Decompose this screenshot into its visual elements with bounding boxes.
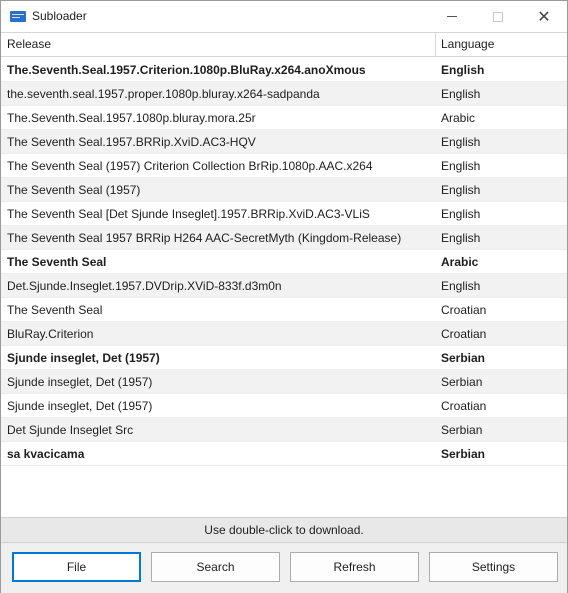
language-cell: Arabic <box>441 111 476 125</box>
release-cell: BluRay.Criterion <box>7 327 94 341</box>
language-cell: Croatian <box>441 399 487 413</box>
language-cell: Serbian <box>441 351 486 365</box>
language-cell: English <box>441 207 481 221</box>
table-row[interactable]: the.seventh.seal.1957.proper.1080p.blura… <box>1 82 567 106</box>
language-cell: English <box>441 135 481 149</box>
results-table[interactable]: Release Language The.Seventh.Seal.1957.C… <box>1 32 567 517</box>
search-button[interactable]: Search <box>151 552 280 582</box>
table-row[interactable]: Sjunde inseglet, Det (1957) Serbian <box>1 370 567 394</box>
language-cell: Serbian <box>441 423 483 437</box>
language-cell: English <box>441 231 481 245</box>
release-cell: The.Seventh.Seal.1957.1080p.bluray.mora.… <box>7 111 256 125</box>
column-header-language[interactable]: Language <box>436 33 567 56</box>
release-cell: The Seventh Seal (1957) Criterion Collec… <box>7 159 373 173</box>
release-cell: Sjunde inseglet, Det (1957) <box>7 375 153 389</box>
table-row[interactable]: The Seventh Seal 1957 BRRip H264 AAC-Sec… <box>1 226 567 250</box>
release-cell: Sjunde inseglet, Det (1957) <box>7 399 153 413</box>
refresh-button[interactable]: Refresh <box>290 552 419 582</box>
release-cell: The Seventh Seal <box>7 255 107 269</box>
table-row[interactable]: The Seventh Seal.1957.BRRip.XviD.AC3-HQV… <box>1 130 567 154</box>
language-cell: Serbian <box>441 447 486 461</box>
table-row[interactable]: The.Seventh.Seal.1957.1080p.bluray.mora.… <box>1 106 567 130</box>
release-cell: The Seventh Seal [Det Sjunde Inseglet].1… <box>7 207 370 221</box>
maximize-icon <box>493 11 503 22</box>
table-row[interactable]: Det.Sjunde.Inseglet.1957.DVDrip.XViD-833… <box>1 274 567 298</box>
table-row[interactable]: The Seventh Seal [Det Sjunde Inseglet].1… <box>1 202 567 226</box>
minimize-icon <box>447 16 457 17</box>
table-row[interactable]: The.Seventh.Seal.1957.Criterion.1080p.Bl… <box>1 58 567 82</box>
release-cell: The Seventh Seal <box>7 303 103 317</box>
close-button[interactable]: ✕ <box>521 1 567 32</box>
table-row[interactable]: Det Sjunde Inseglet Src Serbian <box>1 418 567 442</box>
window-title: Subloader <box>32 9 87 23</box>
table-row[interactable]: The Seventh Seal (1957) English <box>1 178 567 202</box>
language-cell: English <box>441 63 485 77</box>
language-cell: English <box>441 159 481 173</box>
table-row[interactable]: BluRay.Criterion Croatian <box>1 322 567 346</box>
language-cell: Croatian <box>441 327 487 341</box>
release-cell: the.seventh.seal.1957.proper.1080p.blura… <box>7 87 320 101</box>
release-cell: sa kvacicama <box>7 447 85 461</box>
minimize-button[interactable] <box>429 1 475 32</box>
close-icon: ✕ <box>537 6 551 26</box>
settings-button[interactable]: Settings <box>429 552 558 582</box>
file-button[interactable]: File <box>12 552 141 582</box>
app-window: Subloader ✕ Release Language The.Seventh… <box>0 0 568 593</box>
subtitle-app-icon <box>10 11 26 22</box>
language-cell: English <box>441 87 481 101</box>
language-cell: Arabic <box>441 255 479 269</box>
table-row[interactable]: sa kvacicama Serbian <box>1 442 567 466</box>
release-cell: Sjunde inseglet, Det (1957) <box>7 351 160 365</box>
release-cell: The Seventh Seal.1957.BRRip.XviD.AC3-HQV <box>7 135 256 149</box>
table-row[interactable]: The Seventh Seal Croatian <box>1 298 567 322</box>
table-header: Release Language <box>1 33 567 57</box>
status-bar: Use double-click to download. <box>1 517 567 543</box>
release-cell: The.Seventh.Seal.1957.Criterion.1080p.Bl… <box>7 63 366 77</box>
release-cell: The Seventh Seal (1957) <box>7 183 141 197</box>
table-row[interactable]: Sjunde inseglet, Det (1957) Serbian <box>1 346 567 370</box>
release-cell: The Seventh Seal 1957 BRRip H264 AAC-Sec… <box>7 231 402 245</box>
language-cell: English <box>441 279 481 293</box>
language-cell: English <box>441 183 481 197</box>
release-cell: Det.Sjunde.Inseglet.1957.DVDrip.XViD-833… <box>7 279 282 293</box>
language-cell: Croatian <box>441 303 487 317</box>
table-row[interactable]: The Seventh Seal (1957) Criterion Collec… <box>1 154 567 178</box>
title-bar[interactable]: Subloader ✕ <box>1 1 567 32</box>
table-row[interactable]: Sjunde inseglet, Det (1957) Croatian <box>1 394 567 418</box>
column-header-release[interactable]: Release <box>1 33 436 56</box>
maximize-button[interactable] <box>475 1 521 32</box>
language-cell: Serbian <box>441 375 483 389</box>
table-row[interactable]: The Seventh Seal Arabic <box>1 250 567 274</box>
release-cell: Det Sjunde Inseglet Src <box>7 423 134 437</box>
button-bar: File Search Refresh Settings <box>1 543 567 593</box>
